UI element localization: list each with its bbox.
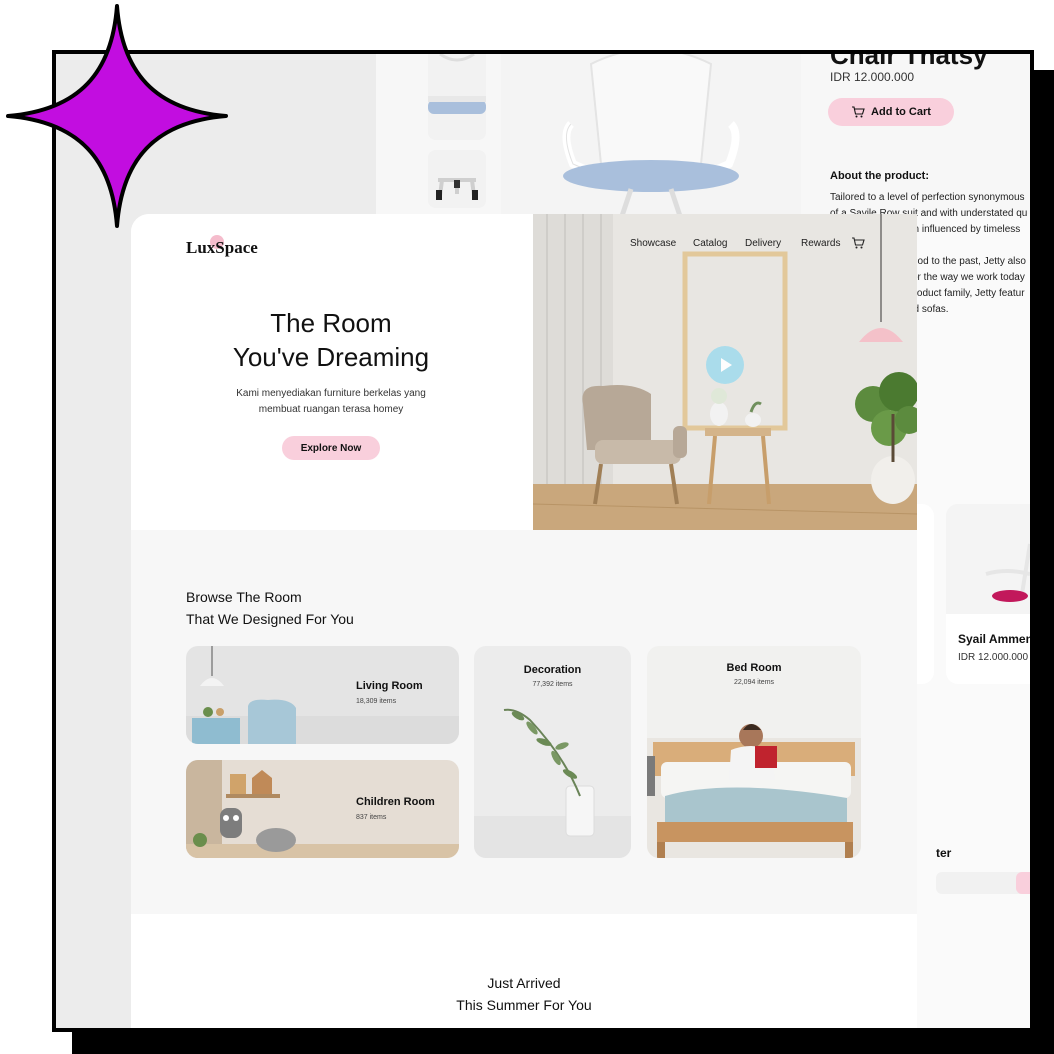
category-count: 22,094 items <box>733 679 775 686</box>
category-card-bed-room[interactable]: Bed Room 22,094 items <box>647 646 861 858</box>
about-product-heading: About the product: <box>830 170 929 182</box>
newsletter-heading: ter <box>936 846 952 860</box>
product-card[interactable]: Syail Ammenc IDR 12.000.000 <box>946 504 1034 684</box>
nav-catalog[interactable]: Catalog <box>693 238 727 249</box>
decoration-image <box>474 646 631 858</box>
about-text-line: or the way we work today <box>912 272 1025 283</box>
play-icon[interactable] <box>706 346 744 384</box>
logo[interactable]: LuxSpace <box>186 238 258 258</box>
category-name: Living Room <box>356 680 423 692</box>
category-card-decoration[interactable]: Decoration 77,392 items <box>474 646 631 858</box>
product-thumbnail[interactable] <box>428 82 486 140</box>
category-name: Bed Room <box>726 662 782 674</box>
category-card-living-room[interactable]: Living Room 18,309 items <box>186 646 459 744</box>
hero-subtitle: Kami menyediakan furniture berkelas yang… <box>131 386 531 418</box>
category-name: Children Room <box>356 796 435 808</box>
category-name: Decoration <box>523 664 582 676</box>
about-text-line: Tailored to a level of perfection synony… <box>830 192 1025 203</box>
hero-title: The Room You've Dreaming <box>131 306 531 374</box>
add-to-cart-button[interactable]: Add to Cart <box>828 98 954 126</box>
browse-title-line: That We Designed For You <box>186 611 354 627</box>
category-count: 77,392 items <box>532 681 573 688</box>
bed-room-image <box>647 646 861 858</box>
product-price: IDR 12.000.000 <box>830 70 915 84</box>
about-text-line: nod to the past, Jetty also <box>912 256 1026 267</box>
hero-title-line: The Room <box>270 308 392 338</box>
product-card-image <box>946 504 1030 614</box>
hero-text-panel: LuxSpace The Room You've Dreaming Kami m… <box>131 214 533 530</box>
product-thumbnail[interactable] <box>428 150 486 208</box>
nav-delivery[interactable]: Delivery <box>745 238 781 249</box>
browse-rooms-section: Browse The Room That We Designed For You… <box>131 530 917 914</box>
hero-title-line: You've Dreaming <box>232 342 430 372</box>
arrived-title-line: This Summer For You <box>456 997 592 1013</box>
nav-showcase[interactable]: Showcase <box>630 238 676 249</box>
cart-icon <box>852 106 865 118</box>
product-title: Chair Thatsy <box>830 50 988 70</box>
just-arrived-title: Just Arrived This Summer For You <box>131 972 917 1016</box>
hero-subtitle-line: Kami menyediakan furniture berkelas yang <box>236 388 426 399</box>
nav-rewards[interactable]: Rewards <box>801 238 840 249</box>
product-card-partial[interactable] <box>914 504 934 684</box>
newsletter-submit-button[interactable] <box>1016 872 1030 894</box>
hero-subtitle-line: membuat ruangan terasa homey <box>258 404 404 415</box>
about-text-line: product family, Jetty featur <box>908 288 1025 299</box>
category-count: 837 items <box>356 814 387 821</box>
category-card-children-room[interactable]: Children Room 837 items <box>186 760 459 858</box>
product-card-name: Syail Ammenc <box>958 632 1034 646</box>
hero-image: Showcase Catalog Delivery Rewards <box>533 214 917 530</box>
product-card-price: IDR 12.000.000 <box>958 652 1029 663</box>
about-text-line: en influenced by timeless <box>908 224 1021 235</box>
category-count: 18,309 items <box>356 698 397 705</box>
sparkle-star-icon <box>6 4 228 228</box>
browse-section-title: Browse The Room That We Designed For You <box>186 586 354 630</box>
children-room-image <box>186 760 459 858</box>
explore-now-button[interactable]: Explore Now <box>282 436 380 460</box>
living-room-image <box>186 646 459 744</box>
product-main-image <box>501 54 801 220</box>
just-arrived-section: Just Arrived This Summer For You <box>131 914 917 1028</box>
arrived-title-line: Just Arrived <box>487 975 561 991</box>
landing-page: LuxSpace The Room You've Dreaming Kami m… <box>131 214 917 1028</box>
cart-icon[interactable] <box>851 236 865 250</box>
browse-title-line: Browse The Room <box>186 589 302 605</box>
add-to-cart-label: Add to Cart <box>871 106 931 118</box>
